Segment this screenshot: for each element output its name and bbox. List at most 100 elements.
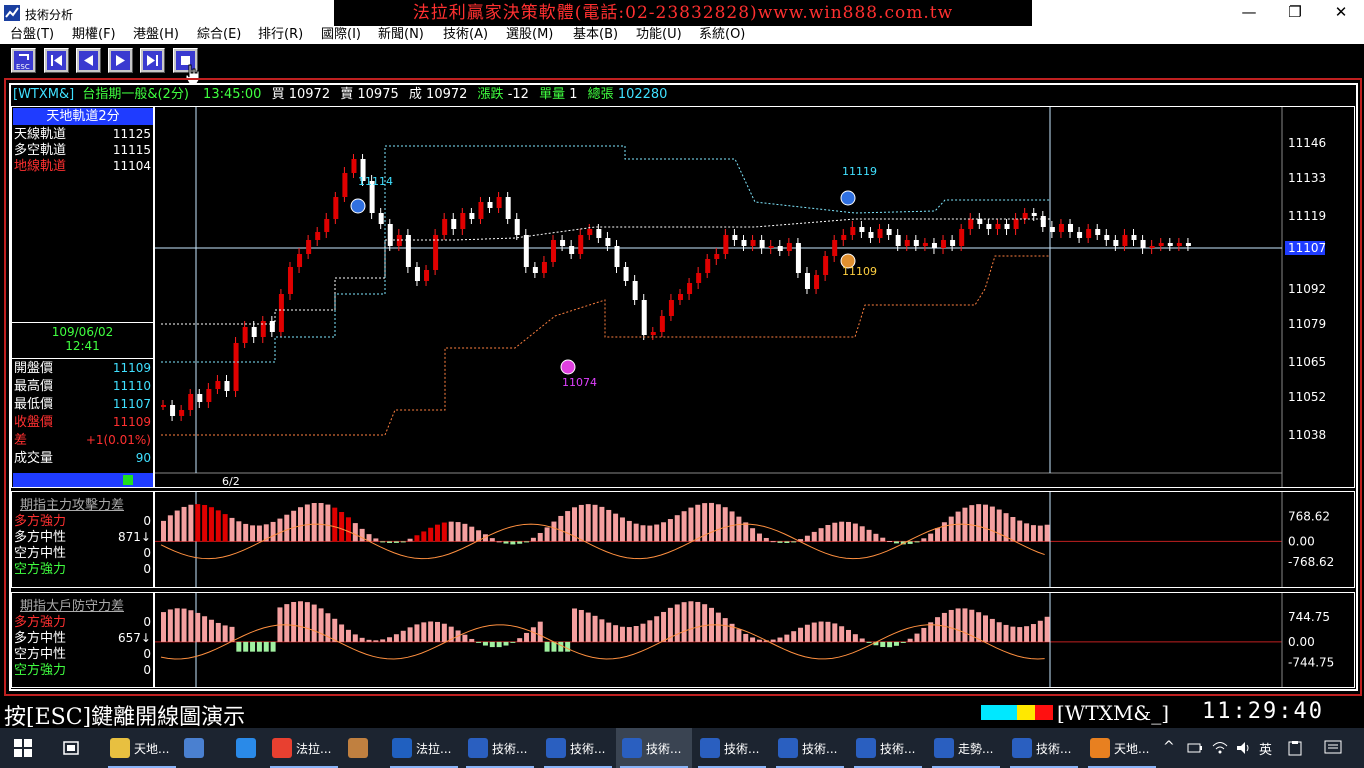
force-bar — [969, 505, 975, 542]
app-icon — [4, 5, 20, 21]
taskbar-app-label: 天地... — [134, 742, 170, 756]
last-button[interactable] — [140, 48, 165, 73]
menu-item[interactable]: 港盤(H) — [133, 26, 179, 43]
menu-item[interactable]: 排行(R) — [258, 26, 303, 43]
menu-item[interactable]: 國際(I) — [321, 26, 361, 43]
force-bar — [688, 507, 694, 542]
menu-item[interactable]: 功能(U) — [636, 26, 682, 43]
taskbar-app[interactable]: 技術... — [694, 728, 770, 768]
force-bar — [770, 541, 776, 543]
app-icon — [700, 738, 720, 758]
candle-body — [487, 202, 493, 208]
menu-item[interactable]: 期權(F) — [72, 26, 116, 43]
wifi-icon[interactable] — [1212, 740, 1228, 756]
prev-button[interactable] — [76, 48, 101, 73]
force-bar — [935, 528, 941, 542]
force-bar — [996, 622, 1002, 642]
volume-icon[interactable] — [1235, 740, 1251, 756]
force-bar — [428, 621, 434, 642]
tray-overflow-icon[interactable]: ^ — [1163, 739, 1175, 755]
candle-body — [759, 240, 765, 248]
ohlc-row-value: 11109 — [112, 361, 151, 375]
force-bar — [400, 630, 406, 642]
app-icon — [1090, 738, 1110, 758]
menu-item[interactable]: 綜合(E) — [197, 26, 241, 43]
force-bar — [756, 533, 762, 542]
ime-indicator[interactable]: 英 — [1259, 739, 1272, 758]
sub2-row-label: 多方強力 — [14, 615, 67, 630]
esc-button[interactable]: ESC — [11, 48, 36, 73]
notification-icon[interactable] — [1324, 740, 1342, 756]
force-bar — [441, 522, 447, 542]
battery-icon[interactable] — [1187, 741, 1203, 755]
taskbar-app[interactable]: 技術... — [540, 728, 616, 768]
candle-body — [641, 300, 647, 335]
force-bar — [298, 507, 303, 542]
taskbar-app[interactable]: 技術... — [462, 728, 538, 768]
candle-body — [986, 224, 992, 229]
cursor-datetime: 109/06/02 12:41 — [12, 322, 153, 359]
app-icon — [856, 738, 876, 758]
force-bar — [846, 629, 851, 642]
force-bar — [695, 601, 701, 642]
force-bar — [284, 514, 290, 542]
windows-start-icon[interactable] — [14, 739, 32, 757]
force-bar — [558, 515, 564, 542]
taskbar-app[interactable]: 技術... — [1006, 728, 1082, 768]
force-bar — [791, 541, 797, 543]
force-bar — [325, 504, 331, 542]
candle-body — [179, 410, 185, 416]
close-button[interactable]: ✕ — [1318, 0, 1364, 26]
taskbar-app-label: 技術... — [646, 742, 682, 756]
force-bar — [880, 537, 886, 542]
sub2-label-panel: 期指大戶防守力差 多方強力 0 多方中性 657↓ 空方中性 0 空方強力 0 — [11, 592, 154, 688]
candle-body — [922, 243, 928, 246]
force-bar — [380, 541, 386, 543]
force-bar — [928, 533, 934, 542]
menu-item[interactable]: 技術(A) — [443, 26, 488, 43]
force-bar — [503, 641, 509, 646]
candle-body — [224, 381, 230, 391]
minimize-button[interactable]: — — [1226, 0, 1272, 26]
force-bar — [887, 641, 893, 648]
cursor-date: 109/06/02 — [51, 325, 114, 339]
taskbar-app[interactable]: 天地... — [1084, 728, 1160, 768]
lower-track-line — [161, 255, 1050, 436]
y-tick-label: 11133 — [1288, 171, 1326, 185]
force-bar — [743, 633, 749, 642]
next-button[interactable] — [108, 48, 133, 73]
menu-item[interactable]: 新聞(N) — [378, 26, 424, 43]
taskbar-app[interactable]: 法拉... — [386, 728, 462, 768]
force-bar — [407, 627, 413, 642]
sub2-row-value: 0 — [143, 663, 151, 677]
first-button[interactable] — [44, 48, 69, 73]
change-value: -12 — [507, 87, 529, 102]
taskbar-app[interactable]: 技術... — [616, 728, 692, 768]
taskbar-app[interactable]: 技術... — [772, 728, 848, 768]
force-bar — [263, 641, 269, 652]
menu-item[interactable]: 基本(B) — [573, 26, 618, 43]
force-bar — [626, 520, 632, 542]
force-bar — [489, 641, 495, 648]
candle-body — [687, 283, 693, 294]
menu-item[interactable]: 選股(M) — [506, 26, 553, 43]
menu-item[interactable]: 台盤(T) — [10, 26, 54, 43]
taskbar-app-label: 天地... — [1114, 742, 1150, 756]
clipboard-icon[interactable] — [1287, 740, 1303, 756]
y-tick-label: 11079 — [1288, 317, 1326, 331]
maximize-button[interactable]: ❐ — [1272, 0, 1318, 26]
sub1-row-value: 0 — [143, 546, 151, 560]
color-legend — [981, 705, 1053, 720]
taskbar-app[interactable]: 技術... — [850, 728, 926, 768]
taskbar-app[interactable]: 法拉... — [266, 728, 342, 768]
task-view-icon[interactable] — [62, 739, 80, 757]
force-bar — [983, 504, 988, 542]
taskbar-app[interactable]: 走勢... — [928, 728, 1004, 768]
menu-item[interactable]: 系統(O) — [699, 26, 745, 43]
taskbar-app[interactable]: 天地... — [104, 728, 180, 768]
candle-body — [1104, 235, 1110, 240]
candle-body — [868, 232, 874, 238]
force-bar — [393, 634, 399, 642]
force-bar — [345, 629, 351, 642]
deal-label: 成 — [408, 87, 422, 102]
